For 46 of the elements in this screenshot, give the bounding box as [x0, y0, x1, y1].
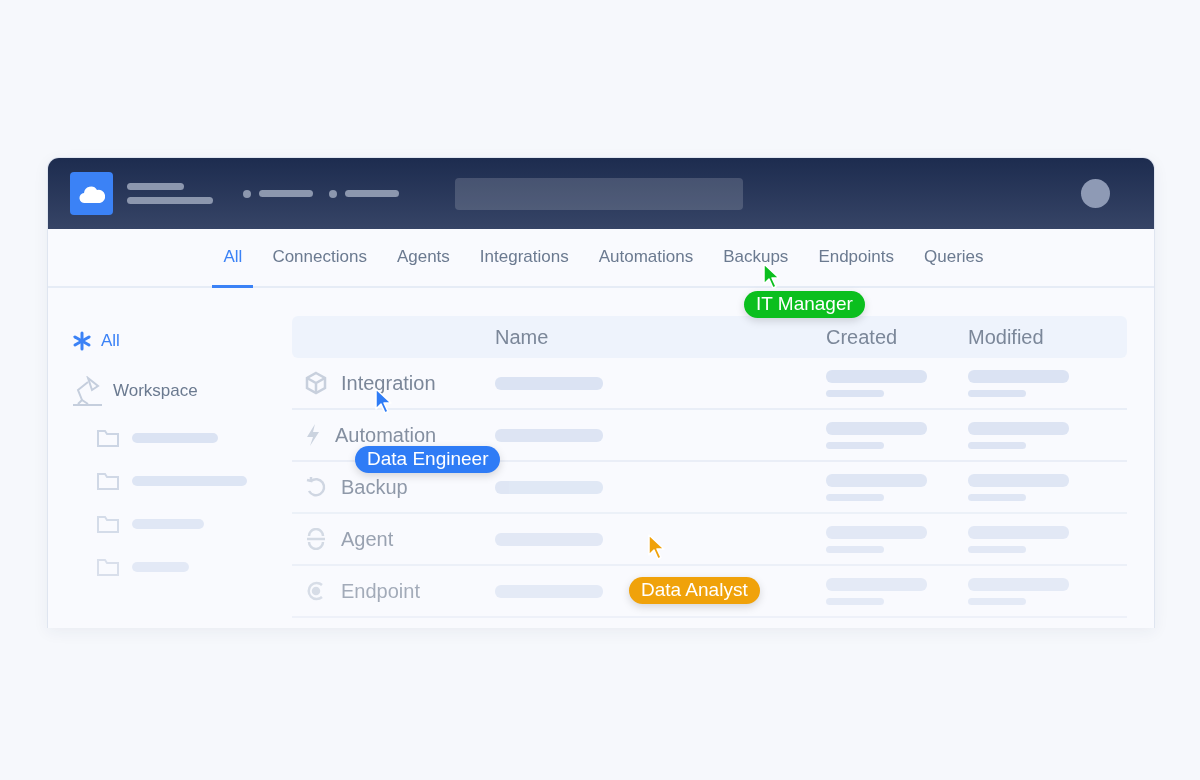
- tab[interactable]: Backups: [712, 229, 800, 288]
- placeholder-bar: [826, 441, 884, 449]
- folder-icon: [96, 427, 120, 448]
- column-header: Modified: [968, 325, 1044, 349]
- placeholder-bar: [968, 493, 1026, 501]
- dot-icon: [243, 189, 251, 198]
- sidebar-item[interactable]: Workspace: [72, 366, 292, 416]
- column-header: Created: [826, 325, 898, 349]
- user-label: Data Engineer: [355, 446, 501, 473]
- row-type: Endpoint: [341, 579, 420, 603]
- tab[interactable]: Endpoints: [807, 229, 905, 288]
- placeholder-bar: [968, 389, 1026, 397]
- user-label: Data Analyst: [629, 577, 760, 604]
- desk-lamp-icon: [72, 376, 104, 406]
- asterisk-icon: [72, 331, 92, 351]
- user-label: IT Manager: [744, 291, 865, 318]
- placeholder-bar: [826, 389, 884, 397]
- folder-icon: [96, 556, 120, 577]
- placeholder-bar: [127, 183, 184, 190]
- tab[interactable]: Agents: [385, 229, 461, 288]
- placeholder-bar: [968, 441, 1026, 449]
- placeholder-bar: [345, 190, 399, 197]
- dot-icon: [329, 189, 337, 198]
- placeholder-bar: [826, 493, 884, 501]
- placeholder-bar: [259, 190, 313, 197]
- folder-icon: [96, 513, 120, 534]
- row-type: Backup: [341, 475, 408, 499]
- folder-icon: [96, 470, 120, 491]
- placeholder-bar: [132, 518, 204, 529]
- search-field[interactable]: [455, 177, 743, 210]
- lightning-icon: [305, 423, 321, 447]
- row-type: Agent: [341, 527, 394, 551]
- avatar[interactable]: [1081, 179, 1110, 208]
- tab[interactable]: Automations: [587, 229, 705, 288]
- sidebar-item[interactable]: All: [72, 316, 292, 366]
- agent-icon: [305, 528, 327, 550]
- tab[interactable]: All: [212, 229, 254, 288]
- refresh-icon: [305, 476, 327, 498]
- row-type: Automation: [335, 423, 437, 447]
- tab[interactable]: Integrations: [468, 229, 580, 288]
- tab[interactable]: Queries: [913, 229, 995, 288]
- row-type: Integration: [341, 371, 436, 395]
- app-logo[interactable]: [70, 172, 113, 215]
- tab[interactable]: Connections: [261, 229, 378, 288]
- column-header: Name: [495, 325, 549, 349]
- cube-icon: [305, 371, 327, 395]
